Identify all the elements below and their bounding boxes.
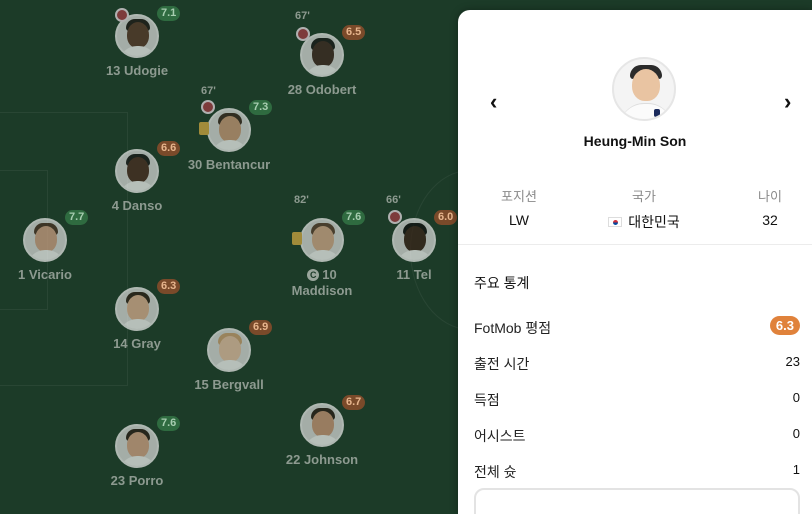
player-lastname: Maddison — [291, 283, 353, 298]
info-label: 국가 — [632, 189, 656, 204]
player-avatar — [115, 287, 159, 331]
info-value: 대한민국 — [594, 212, 694, 232]
substitution-icon — [201, 100, 215, 114]
stat-label: FotMob 평점 — [474, 320, 552, 336]
info-value: 32 — [762, 212, 778, 228]
player-bergvall[interactable]: 6.9 15 Bergvall — [169, 320, 289, 393]
rating-badge: 6.3 — [157, 279, 181, 294]
rating-badge: 6.9 — [249, 320, 273, 335]
rating-badge: 6.5 — [342, 25, 366, 40]
player-detail-panel: ‹ › Heung-Min Son 포지션 LW 국가 대한민국 나이 32 주… — [458, 10, 812, 514]
substitution-icon — [296, 27, 310, 41]
country-name: 대한민국 — [628, 214, 680, 230]
player-tel[interactable]: 66' 6.0 11 Tel — [354, 194, 474, 283]
rating-badge: 6.7 — [342, 395, 366, 410]
player-avatar — [115, 424, 159, 468]
previous-player-icon[interactable]: ‹ — [490, 91, 497, 113]
player-danso[interactable]: 6.6 4 Danso — [77, 141, 197, 214]
player-name: 28 Odobert — [287, 82, 357, 97]
player-name: 15 Bergvall — [194, 377, 264, 392]
player-avatar — [612, 57, 676, 121]
yellow-card-icon — [199, 122, 209, 135]
substitution-icon — [115, 8, 129, 22]
stat-value: 0 — [792, 426, 800, 441]
rating-badge: 7.6 — [157, 416, 181, 431]
stat-value: 0 — [792, 390, 800, 405]
section-title: 주요 통계 — [474, 275, 530, 291]
player-vicario[interactable]: 7.7 1 Vicario — [0, 210, 105, 283]
korea-flag-icon — [608, 217, 623, 227]
player-number: 10 — [322, 267, 337, 282]
rating-badge: 7.1 — [157, 6, 181, 21]
substitution-minute: 66' — [386, 194, 401, 206]
info-country: 국가 대한민국 — [594, 186, 694, 232]
player-name: 22 Johnson — [285, 452, 359, 467]
stat-value: 23 — [785, 354, 800, 369]
divider — [458, 244, 812, 245]
player-avatar — [207, 108, 251, 152]
stat-row-goals: 득점 0 — [474, 390, 800, 408]
substitution-minute: 67' — [295, 10, 310, 22]
stat-row-assists: 어시스트 0 — [474, 426, 800, 444]
stat-row-minutes: 출전 시간 23 — [474, 354, 800, 372]
player-avatar — [300, 218, 344, 262]
next-player-icon[interactable]: › — [784, 91, 791, 113]
player-avatar — [300, 403, 344, 447]
rating-badge: 6.3 — [769, 316, 800, 335]
rating-badge: 7.3 — [249, 100, 273, 115]
stat-label: 어시스트 — [474, 428, 526, 444]
rating-badge: 6.0 — [434, 210, 458, 225]
player-name: 13 Udogie — [105, 63, 169, 78]
substitution-minute: 67' — [201, 85, 216, 97]
player-name: 11 Tel — [396, 267, 432, 282]
player-name: Heung-Min Son — [583, 133, 687, 149]
player-avatar — [392, 218, 436, 262]
player-name: 23 Porro — [110, 473, 164, 488]
player-name: 1 Vicario — [18, 267, 72, 282]
info-value: LW — [509, 212, 529, 228]
player-avatar — [23, 218, 67, 262]
player-udogie[interactable]: 7.1 13 Udogie — [77, 6, 197, 79]
stat-label: 득점 — [474, 392, 500, 408]
info-label: 나이 — [758, 189, 782, 204]
more-stats-box[interactable] — [474, 488, 800, 514]
stat-row-shots: 전체 슛 1 — [474, 462, 800, 480]
stat-row-rating: FotMob 평점 6.3 — [474, 316, 800, 336]
rating-badge: 6.6 — [157, 141, 181, 156]
info-age: 나이 32 — [748, 186, 792, 228]
stat-value: 1 — [792, 462, 800, 477]
rating-badge: 7.7 — [65, 210, 89, 225]
club-crest-icon — [654, 109, 660, 117]
player-porro[interactable]: 7.6 23 Porro — [77, 416, 197, 489]
player-odobert[interactable]: 67' 6.5 28 Odobert — [262, 10, 382, 98]
stat-label: 출전 시간 — [474, 356, 530, 372]
substitution-icon — [388, 210, 402, 224]
player-johnson[interactable]: 6.7 22 Johnson — [262, 395, 382, 468]
yellow-card-icon — [292, 232, 302, 245]
stat-label: 전체 슛 — [474, 464, 517, 480]
player-avatar — [207, 328, 251, 372]
captain-icon: C — [307, 269, 320, 281]
player-avatar — [115, 149, 159, 193]
info-label: 포지션 — [501, 189, 537, 204]
info-position: 포지션 LW — [488, 186, 550, 228]
substitution-minute: 82' — [294, 194, 309, 206]
player-name: 4 Danso — [111, 198, 163, 213]
